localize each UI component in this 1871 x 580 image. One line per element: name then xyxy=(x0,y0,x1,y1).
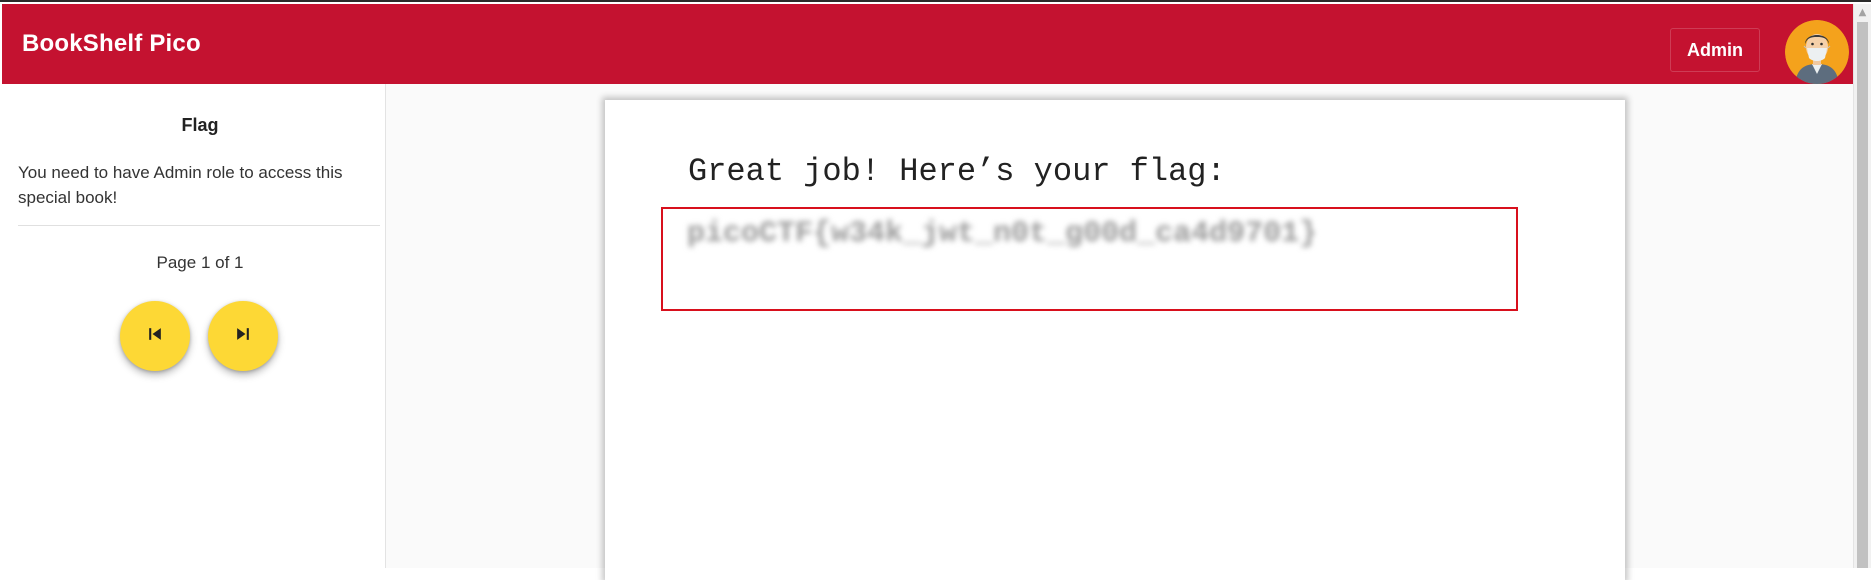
sidebar: Flag You need to have Admin role to acce… xyxy=(2,84,386,568)
next-page-button[interactable] xyxy=(208,301,278,371)
book-page: Great job! Here’s your flag: picoCTF{w34… xyxy=(605,100,1625,580)
skip-previous-icon xyxy=(145,324,165,349)
vertical-scrollbar[interactable]: ▲ xyxy=(1853,4,1871,568)
scrollbar-thumb[interactable] xyxy=(1857,22,1868,568)
skip-next-icon xyxy=(233,324,253,349)
scroll-up-arrow-icon[interactable]: ▲ xyxy=(1854,4,1871,21)
page-heading: Great job! Here’s your flag: xyxy=(688,153,1226,190)
sidebar-divider xyxy=(18,225,380,226)
access-message: You need to have Admin role to access th… xyxy=(18,163,343,207)
flag-text: picoCTF{w34k_jwt_n0t_g00d_ca4d9701} xyxy=(687,217,1318,251)
page-indicator: Page 1 of 1 xyxy=(156,253,244,272)
sidebar-title: Flag xyxy=(181,115,219,135)
book-viewer: Great job! Here’s your flag: picoCTF{w34… xyxy=(386,84,1853,580)
browser-viewport: BookShelf Pico Admin Flag You need to ha… xyxy=(0,0,1871,580)
app-title[interactable]: BookShelf Pico xyxy=(22,30,201,58)
user-avatar-icon[interactable] xyxy=(1785,20,1849,84)
app-header: BookShelf Pico Admin xyxy=(2,4,1853,84)
admin-button[interactable]: Admin xyxy=(1670,28,1760,72)
previous-page-button[interactable] xyxy=(120,301,190,371)
